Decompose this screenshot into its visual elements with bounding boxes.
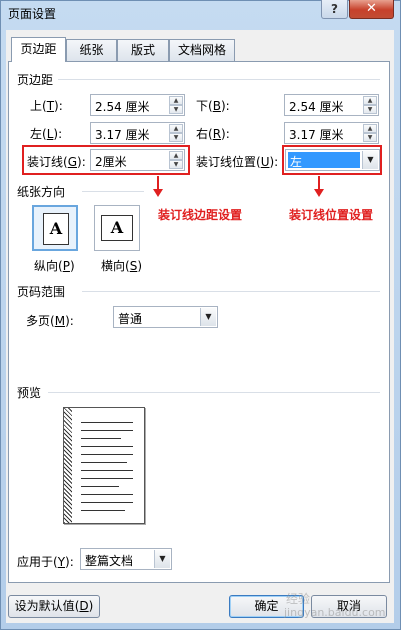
orientation-section-label: 纸张方向: [17, 185, 66, 199]
portrait-label: 纵向(P): [34, 259, 75, 273]
dialog-title: 页面设置: [8, 7, 57, 21]
bottom-margin-label: 下(B):: [196, 99, 230, 113]
left-margin-label: 左(L):: [30, 127, 63, 141]
landscape-button[interactable]: A: [94, 205, 140, 251]
pages-divider: [82, 291, 380, 292]
bottom-margin-spinner[interactable]: ▲ ▼: [363, 96, 377, 114]
spin-down-icon: ▼: [169, 160, 183, 169]
bottom-margin-input[interactable]: 2.54 厘米 ▲ ▼: [284, 94, 379, 116]
preview-divider: [48, 392, 380, 393]
annotation-arrow-down-icon: [153, 189, 163, 197]
margins-section-label: 页边距: [17, 73, 54, 87]
gutter-input[interactable]: 2厘米 ▲ ▼: [90, 149, 185, 171]
portrait-page-icon: A: [43, 213, 69, 245]
preview-page: [63, 407, 145, 524]
dropdown-arrow-icon[interactable]: ▼: [362, 151, 378, 169]
set-default-button[interactable]: 设为默认值(D): [8, 595, 100, 618]
preview-section-label: 预览: [17, 386, 42, 400]
spin-up-icon: ▲: [363, 96, 377, 105]
help-button[interactable]: ?: [321, 0, 348, 19]
gutter-margin-annotation: 装订线边距设置: [158, 208, 243, 222]
portrait-button[interactable]: A: [32, 205, 78, 251]
gutter-binding-strip: [64, 408, 72, 523]
margins-divider: [58, 79, 380, 80]
right-margin-spinner[interactable]: ▲ ▼: [363, 124, 377, 142]
tab-document-grid[interactable]: 文档网格: [169, 39, 235, 61]
gutter-position-label: 装订线位置(U):: [196, 155, 279, 169]
multiple-pages-select[interactable]: 普通 ▼: [113, 306, 218, 328]
gutter-position-annotation: 装订线位置设置: [289, 208, 374, 222]
top-margin-spinner[interactable]: ▲ ▼: [169, 96, 183, 114]
watermark-site: 经验: [286, 592, 311, 606]
watermark-url: jingyan.baidu.com: [284, 606, 386, 619]
spin-up-icon: ▲: [363, 124, 377, 133]
left-margin-spinner[interactable]: ▲ ▼: [169, 124, 183, 142]
spin-down-icon: ▼: [363, 133, 377, 142]
annotation-arrow-down-icon: [314, 189, 324, 197]
tab-layout[interactable]: 版式: [117, 39, 169, 61]
dropdown-arrow-icon[interactable]: ▼: [200, 308, 216, 326]
gutter-position-select[interactable]: 左 ▼: [285, 149, 380, 171]
spin-down-icon: ▼: [363, 105, 377, 114]
spin-up-icon: ▲: [169, 96, 183, 105]
tab-paper[interactable]: 纸张: [66, 39, 117, 61]
spin-up-icon: ▲: [169, 124, 183, 133]
gutter-spinner[interactable]: ▲ ▼: [169, 151, 183, 169]
spin-up-icon: ▲: [169, 151, 183, 160]
tab-margins[interactable]: 页边距: [11, 37, 66, 62]
left-margin-input[interactable]: 3.17 厘米 ▲ ▼: [90, 122, 185, 144]
landscape-page-icon: A: [101, 215, 133, 241]
orientation-divider: [82, 191, 144, 192]
top-margin-input[interactable]: 2.54 厘米 ▲ ▼: [90, 94, 185, 116]
dropdown-arrow-icon[interactable]: ▼: [154, 550, 170, 568]
top-margin-label: 上(T):: [30, 99, 63, 113]
apply-to-label: 应用于(Y):: [17, 555, 74, 569]
spin-down-icon: ▼: [169, 105, 183, 114]
right-margin-label: 右(R):: [196, 127, 230, 141]
apply-to-select[interactable]: 整篇文档 ▼: [80, 548, 172, 570]
multiple-pages-label: 多页(M):: [26, 314, 74, 328]
annotation-arrow-line: [157, 176, 159, 190]
annotation-arrow-line: [318, 176, 320, 190]
landscape-label: 横向(S): [101, 259, 143, 273]
gutter-label: 装订线(G):: [27, 155, 86, 169]
right-margin-input[interactable]: 3.17 厘米 ▲ ▼: [284, 122, 379, 144]
close-button[interactable]: ✕: [349, 0, 394, 19]
pages-section-label: 页码范围: [17, 285, 66, 299]
spin-down-icon: ▼: [169, 133, 183, 142]
